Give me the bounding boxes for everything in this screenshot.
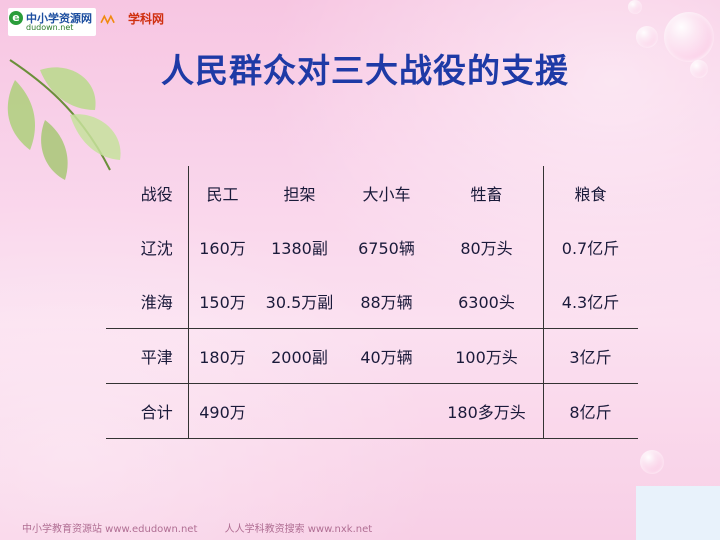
table-cell: 合计 bbox=[106, 383, 189, 439]
table-header-row: 战役 民工 担架 大小车 牲畜 粮食 bbox=[106, 166, 638, 220]
page-title: 人民群众对三大战役的支援 bbox=[161, 51, 569, 90]
table-row: 淮海 150万 30.5万副 88万辆 6300头 4.3亿斤 bbox=[106, 274, 638, 329]
bubble-decoration bbox=[640, 450, 664, 474]
table-cell: 辽沈 bbox=[106, 220, 189, 274]
table-cell: 1380副 bbox=[271, 239, 328, 258]
bubble-decoration bbox=[628, 0, 642, 14]
table-row: 辽沈 160万 1380副 6750辆 80万头 0.7亿斤 bbox=[106, 220, 638, 274]
header-cell: 民工 bbox=[206, 185, 239, 204]
table-cell: 淮海 bbox=[106, 274, 189, 329]
table-cell: 180多万头 bbox=[430, 383, 543, 439]
table-cell: 6300头 bbox=[458, 293, 515, 312]
header-cell: 战役 bbox=[106, 166, 189, 220]
table-cell: 150万 bbox=[199, 293, 246, 312]
table-cell: 80万头 bbox=[460, 239, 513, 258]
globe-icon: e bbox=[9, 11, 23, 25]
table-cell: 平津 bbox=[106, 328, 189, 384]
header-cell: 大小车 bbox=[362, 185, 411, 204]
logo-left-url[interactable]: dudown.net bbox=[26, 23, 73, 32]
footer: 中小学教育资源站 www.edudown.net 人人学科教资搜索 www.nx… bbox=[22, 520, 372, 535]
table-cell: 2000副 bbox=[256, 328, 343, 384]
header-cell: 担架 bbox=[283, 185, 316, 204]
table-cell: 40万辆 bbox=[342, 328, 431, 384]
table-row: 平津 180万 2000副 40万辆 100万头 3亿斤 bbox=[106, 328, 638, 384]
header-cell: 粮食 bbox=[542, 166, 638, 220]
table-cell bbox=[342, 383, 431, 439]
table-cell: 100万头 bbox=[430, 328, 543, 384]
table-cell bbox=[256, 383, 343, 439]
table-cell: 3亿斤 bbox=[542, 328, 638, 384]
table-cell: 180万 bbox=[188, 328, 257, 384]
table-cell: 8亿斤 bbox=[542, 383, 638, 439]
table-cell: 88万辆 bbox=[360, 293, 413, 312]
corner-panel bbox=[636, 486, 720, 540]
footer-left-link[interactable]: 中小学教育资源站 www.edudown.net bbox=[22, 524, 197, 535]
table-cell: 6750辆 bbox=[358, 239, 415, 258]
table-cell: 4.3亿斤 bbox=[542, 274, 638, 329]
logo-right-name[interactable]: 学科网 bbox=[128, 10, 164, 27]
header-cell: 牲畜 bbox=[470, 185, 503, 204]
table-cell: 0.7亿斤 bbox=[542, 220, 638, 274]
table-cell: 160万 bbox=[199, 239, 246, 258]
table-row: 合计 490万 180多万头 8亿斤 bbox=[106, 383, 638, 439]
logo-right-mark-icon bbox=[100, 14, 115, 25]
table-cell: 30.5万副 bbox=[265, 293, 334, 312]
footer-right-link[interactable]: 人人学科教资搜索 www.nxk.net bbox=[225, 524, 373, 535]
table-cell: 490万 bbox=[188, 383, 257, 439]
support-table: 战役 民工 担架 大小车 牲畜 粮食 辽沈 160万 1380副 6750辆 8… bbox=[106, 166, 638, 439]
